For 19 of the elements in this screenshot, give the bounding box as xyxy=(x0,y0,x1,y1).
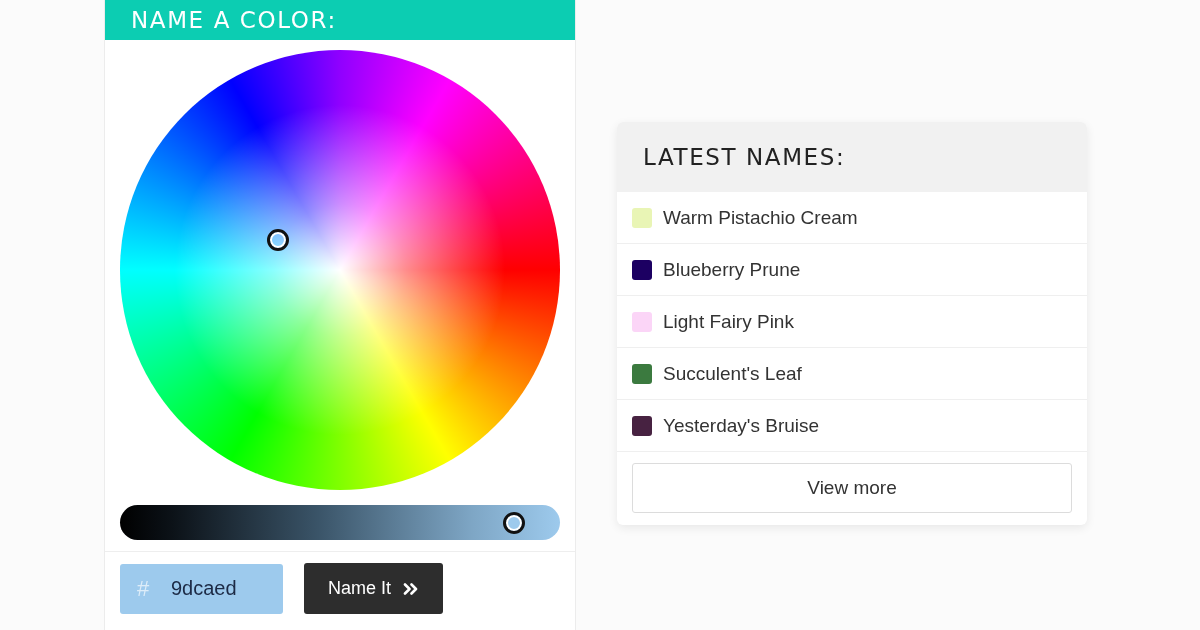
hash-prefix: # xyxy=(137,575,150,602)
color-name-row[interactable]: Light Fairy Pink xyxy=(617,296,1087,348)
slider-thumb[interactable] xyxy=(503,511,526,534)
color-name-row[interactable]: Succulent's Leaf xyxy=(617,348,1087,400)
color-name: Yesterday's Bruise xyxy=(663,414,820,437)
color-name: Light Fairy Pink xyxy=(663,310,794,333)
brightness-slider-track[interactable] xyxy=(120,505,560,540)
color-name: Blueberry Prune xyxy=(663,258,801,281)
color-name-row[interactable]: Yesterday's Bruise xyxy=(617,400,1087,452)
color-name: Succulent's Leaf xyxy=(663,362,802,385)
color-name: Warm Pistachio Cream xyxy=(663,206,858,229)
color-name-row[interactable]: Warm Pistachio Cream xyxy=(617,192,1087,244)
picker-ring-icon[interactable] xyxy=(267,229,289,251)
panel-title: NAME A COLOR: xyxy=(131,6,337,34)
card-title: LATEST NAMES: xyxy=(643,144,846,170)
view-more-button[interactable]: View more xyxy=(632,463,1072,513)
double-chevron-right-icon xyxy=(403,582,419,595)
color-name-row[interactable]: Blueberry Prune xyxy=(617,244,1087,296)
name-it-button[interactable]: Name It xyxy=(304,563,443,614)
